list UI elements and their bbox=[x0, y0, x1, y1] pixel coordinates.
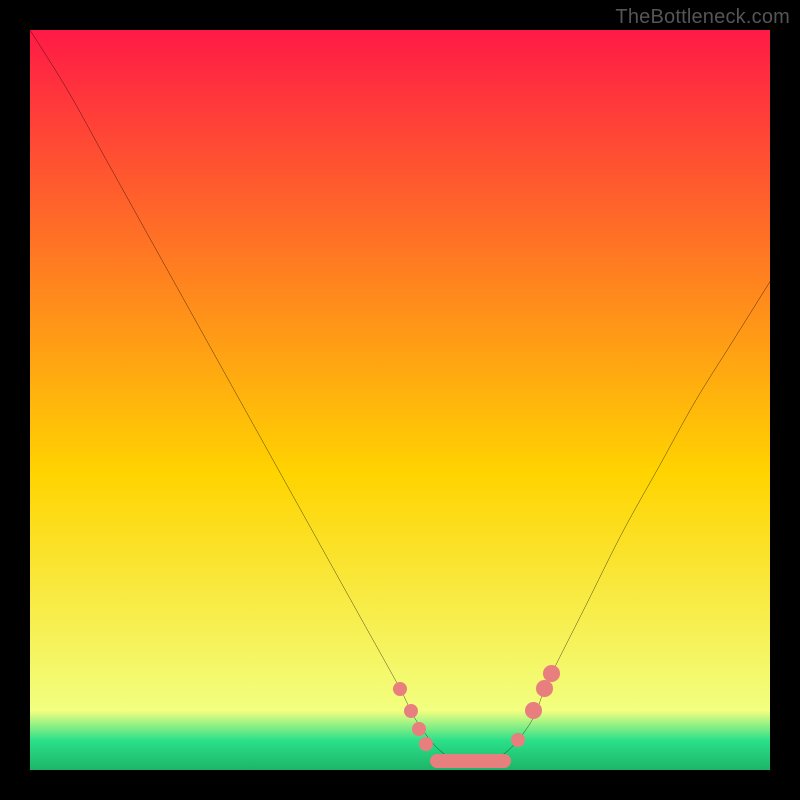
data-marker bbox=[393, 682, 407, 696]
data-marker bbox=[536, 680, 553, 697]
attribution-text: TheBottleneck.com bbox=[615, 6, 790, 29]
bottleneck-chart bbox=[30, 30, 770, 770]
plateau-marker bbox=[430, 754, 511, 768]
data-marker bbox=[412, 722, 426, 736]
bottleneck-curve bbox=[30, 30, 770, 764]
data-marker bbox=[404, 704, 418, 718]
data-marker bbox=[525, 702, 542, 719]
chart-frame: TheBottleneck.com bbox=[0, 0, 800, 800]
data-marker bbox=[419, 737, 433, 751]
plot-area bbox=[30, 30, 770, 770]
